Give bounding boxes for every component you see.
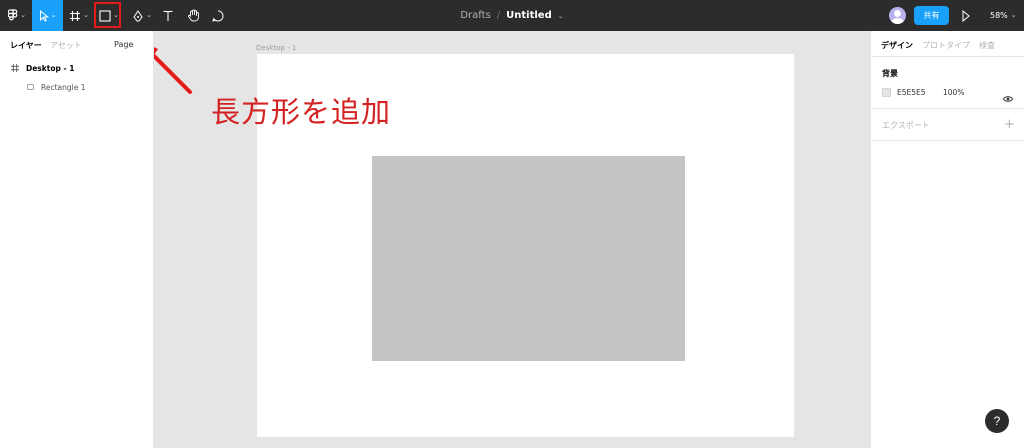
tab-layers[interactable]: レイヤー [10, 40, 42, 51]
annotation-text: 長方形を追加 [211, 95, 392, 129]
canvas[interactable]: Desktop - 1 長方形を追加 [154, 31, 870, 448]
play-icon [962, 9, 970, 23]
divider [871, 108, 1024, 109]
frame-icon [11, 64, 19, 72]
zoom-menu[interactable]: 58% ⌄ [990, 0, 1017, 31]
chevron-down-icon[interactable]: ⌄ [558, 12, 564, 20]
chevron-down-icon: ⌄ [1010, 11, 1017, 19]
breadcrumb-drafts[interactable]: Drafts [460, 10, 490, 21]
background-opacity-value[interactable]: 100% [943, 88, 964, 97]
export-section-title: エクスポート [882, 121, 930, 130]
zoom-level: 58% [990, 11, 1008, 20]
help-button[interactable]: ? [985, 409, 1009, 433]
tab-design[interactable]: デザイン [881, 40, 913, 51]
tab-prototype[interactable]: プロトタイプ [922, 40, 970, 51]
layer-name: Rectangle 1 [41, 82, 86, 92]
page-selector[interactable]: Page [114, 40, 133, 49]
divider [871, 56, 1024, 57]
layer-item-rectangle[interactable]: Rectangle 1 [0, 78, 154, 96]
share-button[interactable]: 共有 [914, 6, 949, 25]
tab-inspect[interactable]: 検査 [979, 40, 995, 51]
layers-panel: レイヤー アセット Page Desktop - 1 Rectangle 1 [0, 31, 154, 448]
background-section-title: 背景 [882, 69, 898, 78]
rectangle-shape[interactable] [372, 156, 685, 361]
toolbar: ⌄ ⌄ ⌄ ⌄ ⌄ Drafts / Untitled ⌄ 共有 58% ⌄ [0, 0, 1024, 31]
background-color-swatch[interactable] [882, 88, 891, 97]
present-button[interactable] [961, 8, 971, 27]
tab-assets[interactable]: アセット [50, 40, 82, 51]
design-panel: デザイン プロトタイプ 検査 背景 E5E5E5 100% エクスポート + [870, 31, 1024, 448]
frame-label[interactable]: Desktop - 1 [256, 44, 296, 52]
breadcrumb-separator: / [496, 10, 501, 21]
divider [871, 140, 1024, 141]
rectangle-icon [27, 84, 34, 90]
file-name[interactable]: Untitled [506, 10, 552, 21]
file-title-area: Drafts / Untitled ⌄ [0, 0, 1024, 31]
annotation-arrow-icon [154, 47, 192, 94]
figma-app: ⌄ ⌄ ⌄ ⌄ ⌄ Drafts / Untitled ⌄ 共有 58% ⌄ レ… [0, 0, 1024, 448]
layer-name: Desktop - 1 [26, 63, 75, 73]
left-panel-tabs: レイヤー アセット Page [0, 31, 154, 57]
add-export-button[interactable]: + [1004, 117, 1015, 132]
background-hex-value[interactable]: E5E5E5 [897, 88, 926, 97]
layer-item-frame[interactable]: Desktop - 1 [0, 59, 154, 77]
visibility-toggle[interactable] [1002, 88, 1014, 107]
eye-icon [1002, 96, 1014, 102]
user-avatar[interactable] [889, 7, 906, 24]
